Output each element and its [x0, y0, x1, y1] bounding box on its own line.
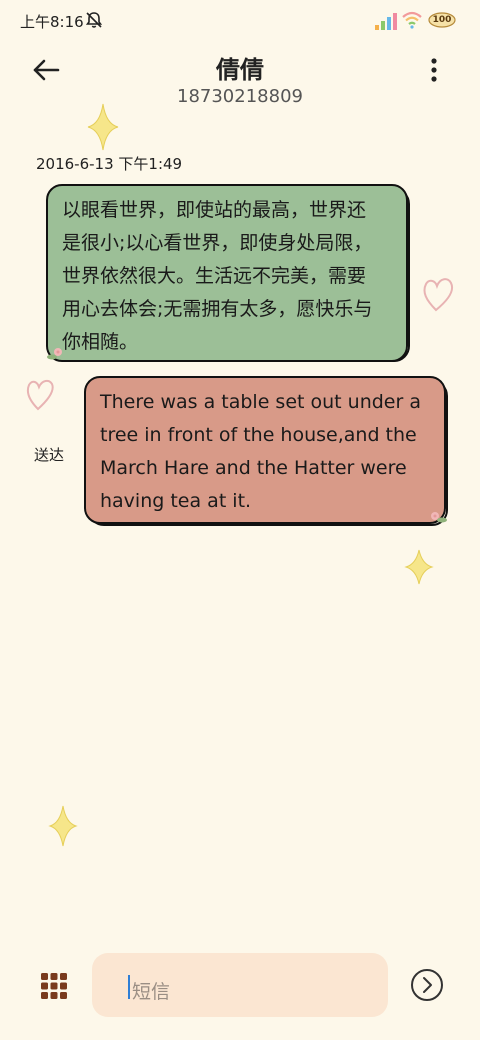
contact-name: 倩倩	[216, 56, 264, 84]
delivery-status: 送达	[34, 446, 65, 464]
send-icon[interactable]	[410, 968, 444, 1002]
status-bar: 上午8:16 100	[0, 0, 480, 40]
message-line: 是很小;以心看世界，即使身处局限，	[62, 232, 373, 254]
wifi-icon	[402, 11, 422, 29]
heart-decoration-icon	[423, 278, 453, 312]
battery-icon: 100	[428, 12, 456, 28]
grid-apps-icon[interactable]	[40, 972, 68, 1000]
message-line: 用心去体会;无需拥有太多，愿快乐与	[62, 298, 373, 320]
incoming-message-bubble[interactable]: 以眼看世界，即使站的最高，世界还 是很小;以心看世界，即使身处局限， 世界依然很…	[46, 184, 408, 362]
message-line: March Hare and the Hatter were	[100, 457, 407, 479]
battery-level: 100	[432, 15, 452, 25]
mute-bell-icon	[85, 12, 103, 28]
message-line: There was a table set out under a	[100, 391, 421, 413]
message-line: 世界依然很大。生活远不完美，需要	[62, 265, 367, 287]
flower-decoration-icon	[47, 348, 62, 360]
message-timestamp: 2016-6-13 下午1:49	[36, 155, 183, 173]
message-line: having tea at it.	[100, 490, 252, 512]
sparkle-decoration-icon	[48, 805, 78, 847]
outgoing-message-bubble[interactable]: There was a table set out under a tree i…	[84, 376, 446, 524]
sms-input-placeholder: 短信	[132, 981, 171, 1003]
message-line: tree in front of the house,and the	[100, 424, 417, 446]
composer-bar: 短信	[0, 948, 480, 1028]
outgoing-message[interactable]: There was a table set out under a tree i…	[84, 376, 450, 528]
text-cursor	[128, 975, 130, 999]
status-time: 上午8:16	[20, 13, 84, 31]
heart-decoration-icon	[26, 379, 54, 411]
message-line: 以眼看世界，即使站的最高，世界还	[62, 199, 367, 221]
sparkle-decoration-icon	[87, 103, 119, 151]
more-options-icon[interactable]	[420, 54, 448, 86]
incoming-message[interactable]: 以眼看世界，即使站的最高，世界还 是很小;以心看世界，即使身处局限， 世界依然很…	[46, 184, 414, 366]
sms-input-field[interactable]: 短信	[92, 953, 388, 1017]
message-line: 你相随。	[62, 331, 139, 353]
signal-icon	[375, 13, 397, 30]
contact-phone-number: 18730218809	[177, 86, 303, 107]
sparkle-decoration-icon	[404, 549, 434, 585]
flower-decoration-icon	[431, 512, 447, 523]
